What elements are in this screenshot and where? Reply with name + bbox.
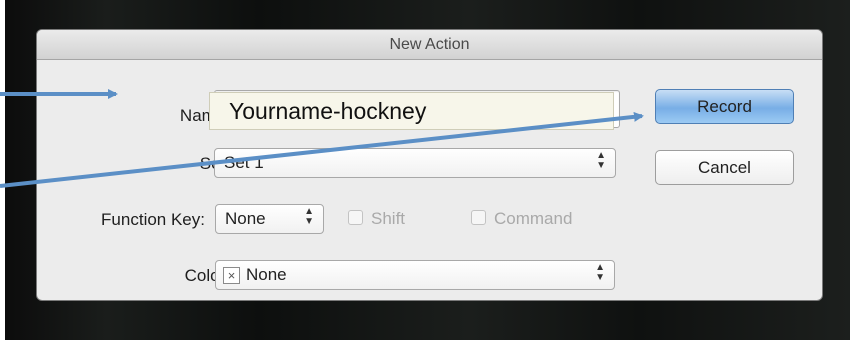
annotation-arrow-to-record <box>0 111 644 188</box>
annotation-arrows <box>0 89 644 188</box>
